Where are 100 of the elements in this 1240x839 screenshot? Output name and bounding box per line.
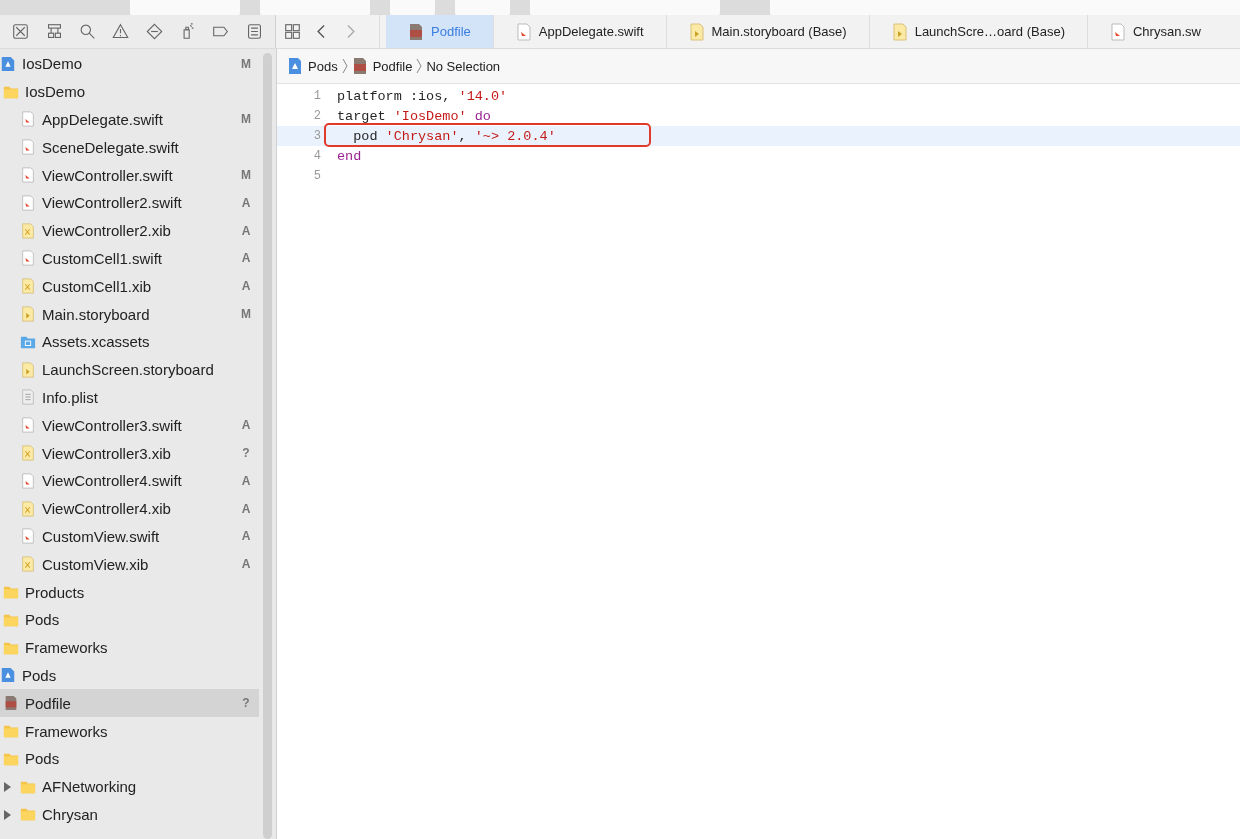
chevron-icon [341, 58, 348, 74]
navigator-item[interactable]: CustomCell1.swift A [0, 244, 259, 273]
file-name: ViewController.swift [42, 166, 174, 184]
editor-tab[interactable]: LaunchScre…oard (Base) [869, 15, 1088, 48]
ruby-file-icon [3, 694, 19, 713]
navigator-item[interactable]: AppDelegate.swift M [0, 105, 259, 134]
file-name: ViewController3.xib [42, 444, 172, 462]
ruby-file-icon [408, 22, 424, 41]
editor-tab[interactable]: Chrysan.sw [1087, 15, 1201, 48]
navigator-item[interactable]: Assets.xcassets [0, 327, 259, 356]
swift-file-icon [20, 471, 36, 490]
grid-icon[interactable] [284, 23, 301, 40]
navigator-item[interactable]: IosDemo M [0, 50, 259, 78]
navigator-item[interactable]: Frameworks [0, 717, 259, 745]
navigator-item[interactable]: Products [0, 578, 259, 606]
navigator-item[interactable]: ViewController4.swift A [0, 466, 259, 495]
line-number: 5 [312, 169, 321, 183]
navigator-item[interactable]: ViewController3.xib ? [0, 439, 259, 467]
status-letter: A [240, 195, 252, 210]
file-name: Products [25, 583, 86, 601]
code-line: target 'IosDemo' do [337, 108, 491, 124]
navigator-item[interactable]: Chrysan [0, 800, 259, 829]
status-letter: A [240, 418, 252, 433]
file-name: IosDemo [25, 83, 87, 101]
file-name: AFNetworking [42, 778, 138, 796]
editor-tab[interactable]: AppDelegate.swift [493, 15, 667, 48]
navigator-item[interactable]: LaunchScreen.storyboard [0, 355, 259, 384]
file-name: Assets.xcassets [42, 333, 151, 351]
navigator-item[interactable]: Pods [0, 661, 259, 690]
ruby-file-icon [351, 57, 368, 75]
navigator-item[interactable]: ViewController.swift M [0, 161, 259, 189]
navigator-item[interactable]: Pods [0, 605, 259, 634]
xib-file-icon [20, 555, 36, 574]
line-number: 4 [312, 149, 321, 163]
navigator-item[interactable]: AFNetworking [0, 772, 259, 801]
xib-file-icon [20, 277, 36, 296]
navigator-item[interactable]: ViewController2.swift A [0, 189, 259, 217]
file-name: CustomView.xib [42, 555, 150, 573]
plist-file-icon [20, 388, 36, 407]
status-letter: M [240, 307, 252, 322]
swift-file-icon [1109, 22, 1126, 41]
file-name: ViewController4.xib [42, 500, 172, 518]
navigator-item[interactable]: ViewController4.xib A [0, 494, 259, 523]
code-line: end [337, 148, 362, 164]
code-line: pod 'Chrysan', '~> 2.0.4' [352, 128, 556, 144]
scrollbar[interactable] [263, 53, 272, 839]
breadcrumb-item[interactable]: No Selection [426, 58, 501, 74]
file-name: AppDelegate.swift [42, 111, 164, 128]
navigator-item[interactable]: Pods [0, 744, 259, 773]
line-number: 2 [312, 109, 321, 123]
status-letter: A [240, 473, 252, 488]
source-icon[interactable] [45, 23, 63, 40]
file-name: Main.storyboard [42, 305, 151, 323]
editor-tab[interactable]: Main.storyboard (Base) [666, 15, 870, 48]
file-name: ViewController2.swift [42, 194, 183, 212]
breadcrumb-item[interactable]: Pods [287, 57, 338, 75]
navigator-item[interactable]: CustomCell1.xib A [0, 272, 259, 301]
navigator-item[interactable]: ViewController2.xib A [0, 216, 259, 245]
swift-file-icon [20, 527, 36, 546]
swift-file-icon [20, 249, 36, 268]
project-icon [287, 57, 303, 75]
file-name: Pods [25, 611, 61, 629]
report-icon[interactable] [245, 23, 263, 40]
chevron-icon [416, 58, 423, 74]
status-letter: A [240, 279, 252, 294]
navigator-item[interactable]: SceneDelegate.swift [0, 133, 259, 162]
warning-icon[interactable] [112, 23, 130, 40]
navigator-item[interactable]: Podfile ? [0, 689, 259, 718]
file-name: Pods [22, 666, 58, 684]
navigator-item[interactable]: CustomView.swift A [0, 522, 259, 551]
file-name: CustomView.swift [42, 527, 161, 545]
navigator-item[interactable]: Info.plist [0, 383, 259, 412]
storyboard-file-icon [20, 360, 36, 379]
status-letter: M [240, 56, 252, 71]
status-letter: A [240, 501, 252, 516]
navigator-item[interactable]: Frameworks [0, 633, 259, 662]
navigator-item[interactable]: ViewController3.swift A [0, 411, 259, 440]
swift-file-icon [20, 193, 36, 212]
disclosure-triangle-icon[interactable] [3, 781, 11, 792]
status-letter: ? [241, 696, 251, 711]
file-name: Podfile [25, 694, 72, 712]
file-name: Frameworks [25, 722, 109, 740]
swift-file-icon [20, 138, 36, 157]
status-letter: A [240, 223, 252, 238]
navigator-item[interactable]: CustomView.xib A [0, 550, 259, 579]
breadcrumb-item[interactable]: Podfile [351, 57, 413, 75]
file-name: ViewController4.swift [42, 472, 183, 490]
status-letter: ? [241, 446, 251, 461]
file-name: ViewController2.xib [42, 222, 172, 240]
file-name: CustomCell1.xib [42, 277, 153, 295]
navigator-item[interactable]: Main.storyboard M [0, 300, 259, 328]
search-icon[interactable] [78, 23, 96, 40]
disclosure-triangle-icon[interactable] [3, 809, 11, 820]
status-letter: M [240, 168, 252, 183]
swift-file-icon [20, 416, 36, 435]
navigator-item[interactable]: IosDemo [0, 77, 259, 106]
status-letter: A [240, 557, 252, 572]
xib-file-icon [20, 499, 36, 518]
status-letter: A [240, 251, 252, 266]
storyboard-file-icon [688, 22, 705, 41]
